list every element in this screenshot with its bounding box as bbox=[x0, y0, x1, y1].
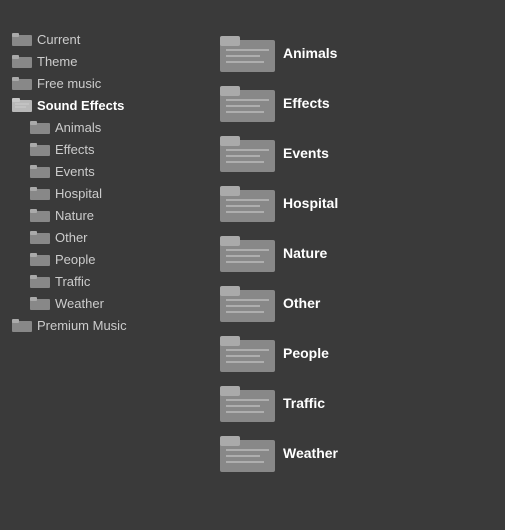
grid-item-label: Events bbox=[283, 145, 329, 161]
folder-closed-icon bbox=[30, 251, 50, 267]
tree-item-hospital[interactable]: Hospital bbox=[8, 182, 208, 204]
tree-item-label: Other bbox=[55, 230, 88, 245]
grid-item-grid-other[interactable]: Other bbox=[218, 278, 497, 328]
tree-item-premium-music[interactable]: Premium Music bbox=[8, 314, 208, 336]
folder-closed-icon bbox=[30, 207, 50, 223]
folder-closed-icon bbox=[30, 295, 50, 311]
tree-item-effects[interactable]: Effects bbox=[8, 138, 208, 160]
grid-folder-icon bbox=[220, 132, 275, 174]
tree-item-sound-effects[interactable]: Sound Effects bbox=[8, 94, 208, 116]
tree-item-label: Effects bbox=[55, 142, 95, 157]
folder-closed-icon bbox=[12, 317, 32, 333]
tree-item-weather[interactable]: Weather bbox=[8, 292, 208, 314]
folder-closed-icon bbox=[30, 163, 50, 179]
tree-item-label: Hospital bbox=[55, 186, 102, 201]
grid-item-grid-effects[interactable]: Effects bbox=[218, 78, 497, 128]
tree-item-current[interactable]: Current bbox=[8, 28, 208, 50]
folder-closed-icon bbox=[30, 185, 50, 201]
grid-item-grid-traffic[interactable]: Traffic bbox=[218, 378, 497, 428]
tree-item-label: Animals bbox=[55, 120, 101, 135]
grid-item-label: Weather bbox=[283, 445, 338, 461]
folder-closed-icon bbox=[12, 53, 32, 69]
tree-item-label: People bbox=[55, 252, 95, 267]
grid-folder-icon bbox=[220, 232, 275, 274]
tree-item-label: Current bbox=[37, 32, 80, 47]
tree-item-events[interactable]: Events bbox=[8, 160, 208, 182]
grid-panel: Animals Effects Events Hospital Nature O… bbox=[208, 28, 497, 478]
folder-closed-icon bbox=[30, 273, 50, 289]
tree-item-label: Free music bbox=[37, 76, 101, 91]
tree-item-label: Events bbox=[55, 164, 95, 179]
grid-folder-icon bbox=[220, 282, 275, 324]
tree-item-label: Traffic bbox=[55, 274, 90, 289]
grid-item-grid-people[interactable]: People bbox=[218, 328, 497, 378]
tree-item-other[interactable]: Other bbox=[8, 226, 208, 248]
grid-folder-icon bbox=[220, 32, 275, 74]
tree-item-label: Premium Music bbox=[37, 318, 127, 333]
grid-folder-icon bbox=[220, 82, 275, 124]
folder-open-icon bbox=[12, 97, 32, 113]
tree-item-theme[interactable]: Theme bbox=[8, 50, 208, 72]
folder-closed-icon bbox=[30, 141, 50, 157]
grid-item-label: Other bbox=[283, 295, 320, 311]
tree-item-nature[interactable]: Nature bbox=[8, 204, 208, 226]
tree-item-people[interactable]: People bbox=[8, 248, 208, 270]
grid-folder-icon bbox=[220, 432, 275, 474]
grid-item-grid-hospital[interactable]: Hospital bbox=[218, 178, 497, 228]
folder-closed-icon bbox=[12, 75, 32, 91]
grid-item-grid-events[interactable]: Events bbox=[218, 128, 497, 178]
grid-folder-icon bbox=[220, 182, 275, 224]
grid-item-label: Hospital bbox=[283, 195, 338, 211]
tree-panel: Current Theme Free music Sound Effects A… bbox=[8, 28, 208, 478]
grid-item-label: Traffic bbox=[283, 395, 325, 411]
grid-folder-icon bbox=[220, 382, 275, 424]
grid-item-label: People bbox=[283, 345, 329, 361]
grid-item-grid-weather[interactable]: Weather bbox=[218, 428, 497, 478]
tree-item-traffic[interactable]: Traffic bbox=[8, 270, 208, 292]
grid-item-grid-animals[interactable]: Animals bbox=[218, 28, 497, 78]
tree-item-free-music[interactable]: Free music bbox=[8, 72, 208, 94]
folder-closed-icon bbox=[12, 31, 32, 47]
tree-item-label: Theme bbox=[37, 54, 77, 69]
tree-item-animals[interactable]: Animals bbox=[8, 116, 208, 138]
folder-closed-icon bbox=[30, 229, 50, 245]
tree-item-label: Sound Effects bbox=[37, 98, 124, 113]
grid-item-grid-nature[interactable]: Nature bbox=[218, 228, 497, 278]
grid-item-label: Nature bbox=[283, 245, 327, 261]
tree-item-label: Nature bbox=[55, 208, 94, 223]
tree-item-label: Weather bbox=[55, 296, 104, 311]
page-title bbox=[0, 0, 505, 28]
folder-closed-icon bbox=[30, 119, 50, 135]
grid-item-label: Animals bbox=[283, 45, 337, 61]
grid-item-label: Effects bbox=[283, 95, 330, 111]
grid-folder-icon bbox=[220, 332, 275, 374]
